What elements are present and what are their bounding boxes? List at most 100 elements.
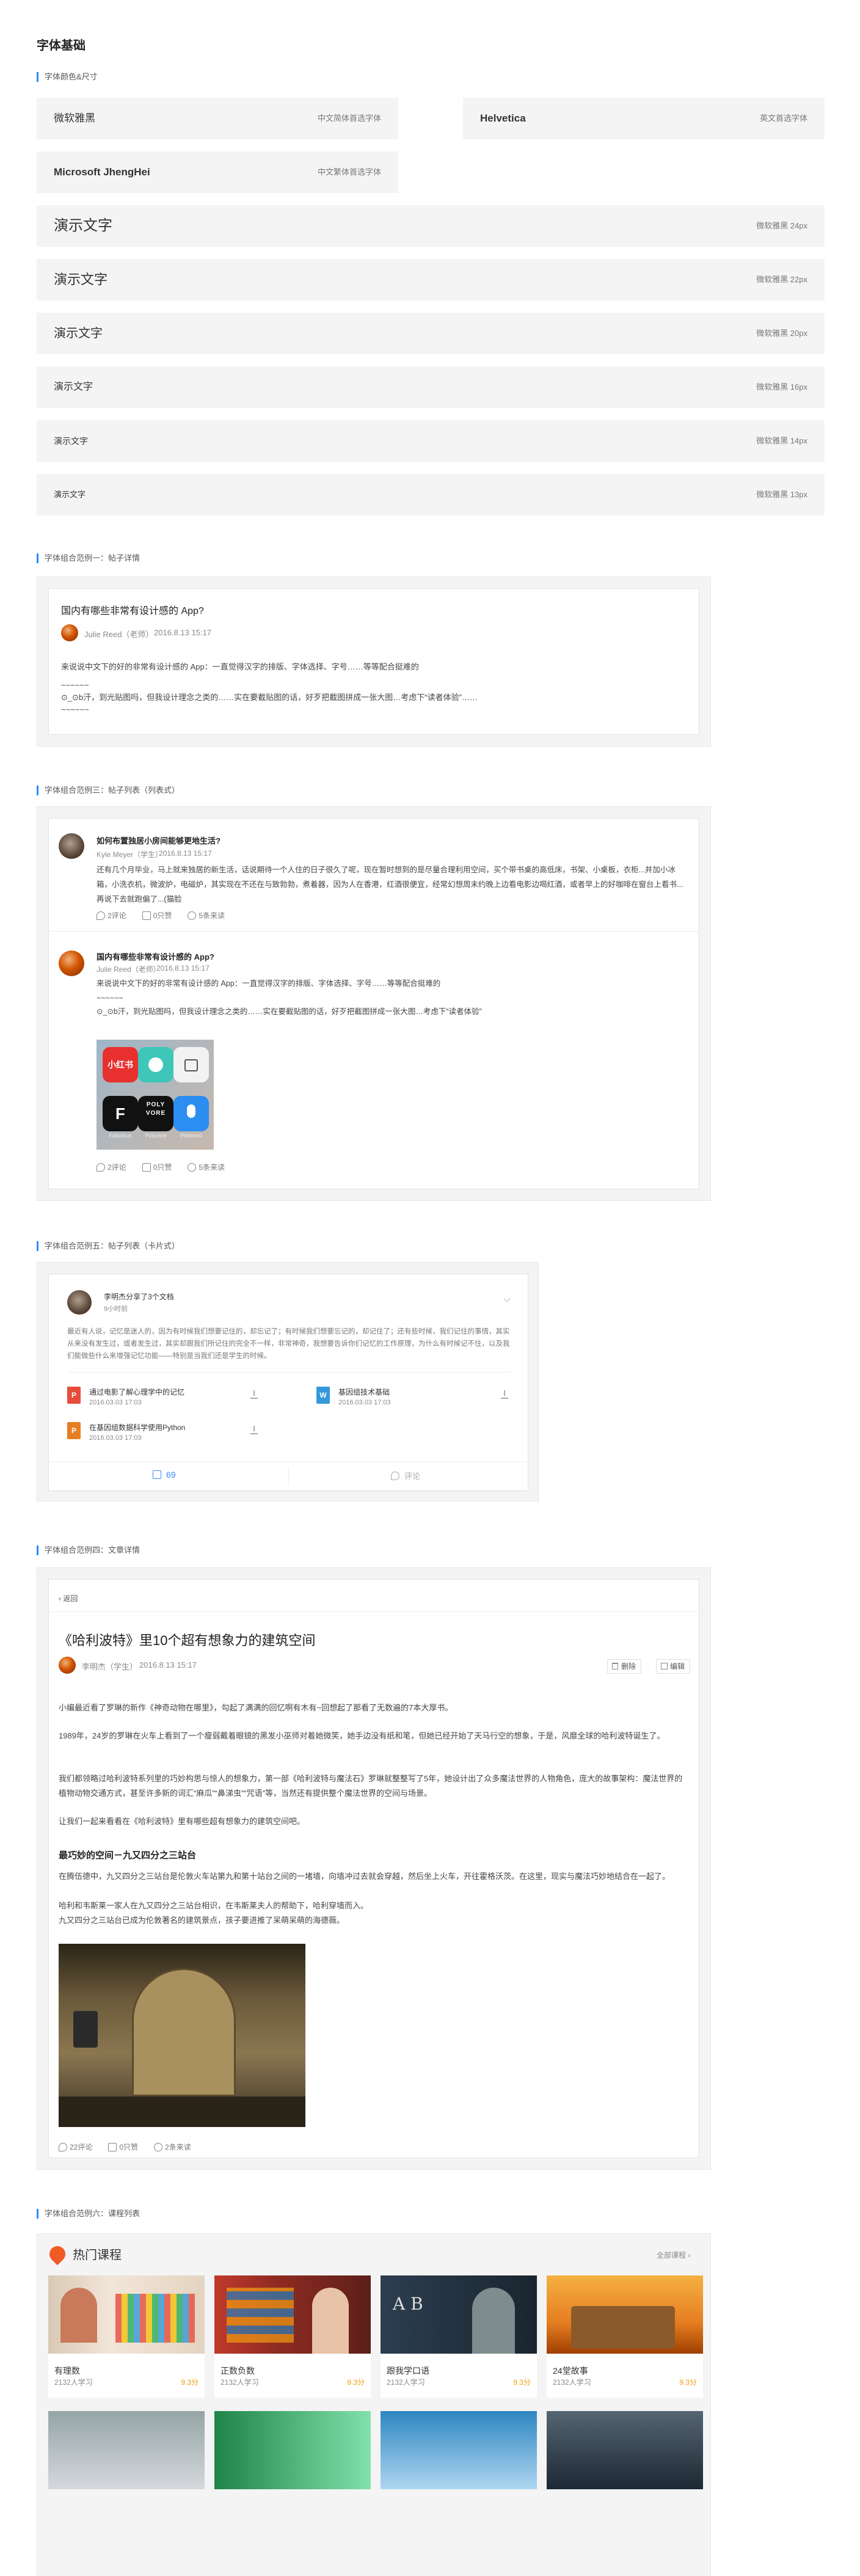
like-button[interactable]: 69	[153, 1470, 176, 1480]
article-subheading: 最巧妙的空间－九又四分之三站台	[59, 1850, 197, 1861]
font-size-card-22: 演示文字 微软雅黑 22px	[37, 259, 825, 301]
course-thumbnail[interactable]	[48, 2411, 205, 2489]
download-icon[interactable]	[250, 1426, 258, 1434]
like-action[interactable]: 0只赞	[108, 2142, 138, 2152]
post-list-card: 如何布置独居小房间能够更地生活? Kyle Meyer（学生） 2016.8.1…	[48, 818, 699, 1189]
list-item-date: 2016.8.13 15:17	[156, 964, 210, 972]
app-label: Pinterest	[180, 1133, 202, 1139]
page-title: 字体基础	[37, 39, 86, 53]
thumbs-up-icon	[142, 911, 151, 920]
share-action[interactable]: 2条来读	[154, 2142, 191, 2152]
section-label-example3: 字体组合范例三：帖子列表（列表式）	[37, 786, 180, 795]
list-item-body: 还有几个月毕业，马上就来独居的新生活，话说期待一个人住的日子很久了呢，现在暂时想…	[97, 866, 683, 903]
font-desc: 中文繁体首选字体	[317, 167, 381, 177]
section-label-example6: 字体组合范例六：课程列表	[37, 2209, 140, 2219]
comment-action[interactable]: 22评论	[59, 2142, 92, 2152]
comment-button[interactable]: 评论	[391, 1470, 420, 1481]
platform-floor	[59, 2096, 305, 2127]
file-name[interactable]: 基因组技术基础	[338, 1387, 390, 1397]
all-courses-link[interactable]: 全部课程 ›	[657, 2250, 690, 2260]
list-item-title[interactable]: 如何布置独居小房间能够更地生活?	[97, 834, 220, 846]
post-body-line1: 来说说中文下的好的非常有设计感的 App：一直觉得汉字的排版、字体选择、字号………	[61, 662, 419, 671]
card-list-frame: 李明杰分享了3个文档 9小时前 最近有人说，记忆是迷人的，因为有时候我们想要记住…	[37, 1262, 539, 1501]
post-body-dash2: ~~~~~~	[61, 705, 89, 714]
comment-action[interactable]: 2评论	[97, 1162, 126, 1172]
list-item-author[interactable]: Kyle Meyer（学生）	[97, 849, 162, 859]
share-action[interactable]: 5条来读	[188, 910, 225, 921]
file-name[interactable]: 在基因组数据科学使用Python	[89, 1422, 185, 1432]
comment-action[interactable]: 2评论	[97, 910, 126, 921]
post-title[interactable]: 国内有哪些非常有设计感的 App?	[61, 602, 204, 617]
course-thumbnail[interactable]	[547, 2411, 703, 2489]
like-action[interactable]: 0只赞	[142, 1162, 172, 1172]
sample-text: 演示文字	[54, 490, 86, 499]
course-thumbnail[interactable]	[214, 2411, 371, 2489]
post-detail-frame: 国内有哪些非常有设计感的 App? Julie Reed（老师） 2016.8.…	[37, 577, 711, 746]
like-action[interactable]: 0只赞	[142, 910, 172, 921]
course-card[interactable]: 正数负数 2132人学习 9.3分	[214, 2275, 371, 2398]
article-frame: ‹ 返回 《哈利波特》里10个超有想象力的建筑空间 李明杰（学生） 2016.8…	[37, 1567, 711, 2170]
size-desc: 微软雅黑 24px	[756, 221, 807, 230]
sample-text: 演示文字	[54, 217, 112, 234]
app-screenshot[interactable]: 小红书 F POLY VORE Fabulous Polyvore Pintere…	[97, 1040, 214, 1150]
course-name: 正数负数	[220, 2366, 255, 2376]
size-desc: 微软雅黑 13px	[756, 490, 807, 499]
share-author[interactable]: 李明杰分享了3个文档	[104, 1291, 174, 1302]
xiaohongshu-app-icon: 小红书	[103, 1047, 138, 1082]
download-icon[interactable]	[250, 1390, 258, 1399]
article-date: 2016.8.13 15:17	[139, 1660, 197, 1669]
like-count: 69	[166, 1470, 176, 1480]
course-score: 9.3分	[347, 2378, 365, 2387]
course-card[interactable]: A B 跟我学口语 2132人学习 9.3分	[381, 2275, 537, 2398]
share-card: 李明杰分享了3个文档 9小时前 最近有人说，记忆是迷人的，因为有时候我们想要记住…	[48, 1274, 528, 1491]
list-item-title[interactable]: 国内有哪些非常有设计感的 App?	[97, 950, 214, 962]
comment-icon	[97, 1162, 105, 1172]
divider	[288, 1467, 289, 1486]
course-thumbnail	[214, 2275, 371, 2354]
font-card-yahei: 微软雅黑 中文简体首选字体	[37, 98, 398, 139]
chevron-down-icon[interactable]	[503, 1295, 511, 1302]
avatar[interactable]	[59, 833, 84, 859]
course-thumbnail[interactable]	[381, 2411, 537, 2489]
post-author[interactable]: Julie Reed（老师）	[84, 628, 153, 640]
comment-label: 评论	[404, 1472, 421, 1481]
share-icon	[188, 1162, 197, 1172]
share-action[interactable]: 5条来读	[188, 1162, 225, 1172]
article-author[interactable]: 李明杰（学生）	[82, 1660, 137, 1672]
course-card[interactable]: 24堂故事 2132人学习 9.3分	[547, 2275, 703, 2398]
section-label-example5: 字体组合范例五：帖子列表（卡片式）	[37, 1241, 180, 1251]
ppt-file-icon: P	[67, 1422, 81, 1439]
article-card: ‹ 返回 《哈利波特》里10个超有想象力的建筑空间 李明杰（学生） 2016.8…	[48, 1579, 699, 2158]
article-paragraph: 让我们一起来看看在《哈利波特》里有哪些超有想象力的建筑空间吧。	[59, 1817, 305, 1826]
home-app-icon	[173, 1047, 209, 1082]
edit-button[interactable]: 编辑	[656, 1659, 691, 1674]
delete-button[interactable]: 删除	[607, 1659, 642, 1674]
list-item-body-dash: ~~~~~~	[97, 994, 123, 1002]
list-item-actions: 2评论 0只赞 5条来读	[97, 910, 225, 921]
course-students: 2132人学习	[553, 2378, 591, 2387]
fabulous-app-icon: F	[103, 1096, 138, 1131]
size-desc: 微软雅黑 20px	[756, 329, 807, 338]
comment-icon	[59, 2142, 67, 2151]
article-paragraph: 在腾伍德中，九又四分之三站台是伦敦火车站第九和第十站台之间的一堵墙，向墙冲过去就…	[59, 1872, 671, 1881]
size-desc: 微软雅黑 16px	[756, 382, 807, 392]
avatar[interactable]	[59, 1657, 76, 1674]
avatar[interactable]	[61, 624, 78, 641]
article-paragraph: 哈利和韦斯莱一家人在九又四分之三站台相识，在韦斯莱夫人的帮助下，哈利穿墙而入。	[59, 1901, 369, 1910]
course-score: 9.3分	[181, 2378, 199, 2387]
sample-text: 演示文字	[54, 382, 93, 392]
list-item-author[interactable]: Julie Reed（老师）	[97, 964, 161, 974]
avatar[interactable]	[59, 950, 84, 976]
avatar[interactable]	[67, 1290, 92, 1315]
article-title: 《哈利波特》里10个超有想象力的建筑空间	[59, 1633, 316, 1648]
edit-icon	[661, 1663, 668, 1669]
course-card[interactable]: 有理数 2132人学习 9.3分	[48, 2275, 205, 2398]
back-link[interactable]: ‹ 返回	[59, 1593, 78, 1604]
course-name: 24堂故事	[553, 2366, 588, 2376]
pdf-file-icon: P	[67, 1387, 81, 1404]
file-name[interactable]: 通过电影了解心理学中的记忆	[89, 1387, 184, 1397]
course-students: 2132人学习	[387, 2378, 425, 2387]
course-name: 跟我学口语	[387, 2366, 429, 2376]
share-icon	[154, 2142, 163, 2151]
download-icon[interactable]	[501, 1390, 508, 1399]
